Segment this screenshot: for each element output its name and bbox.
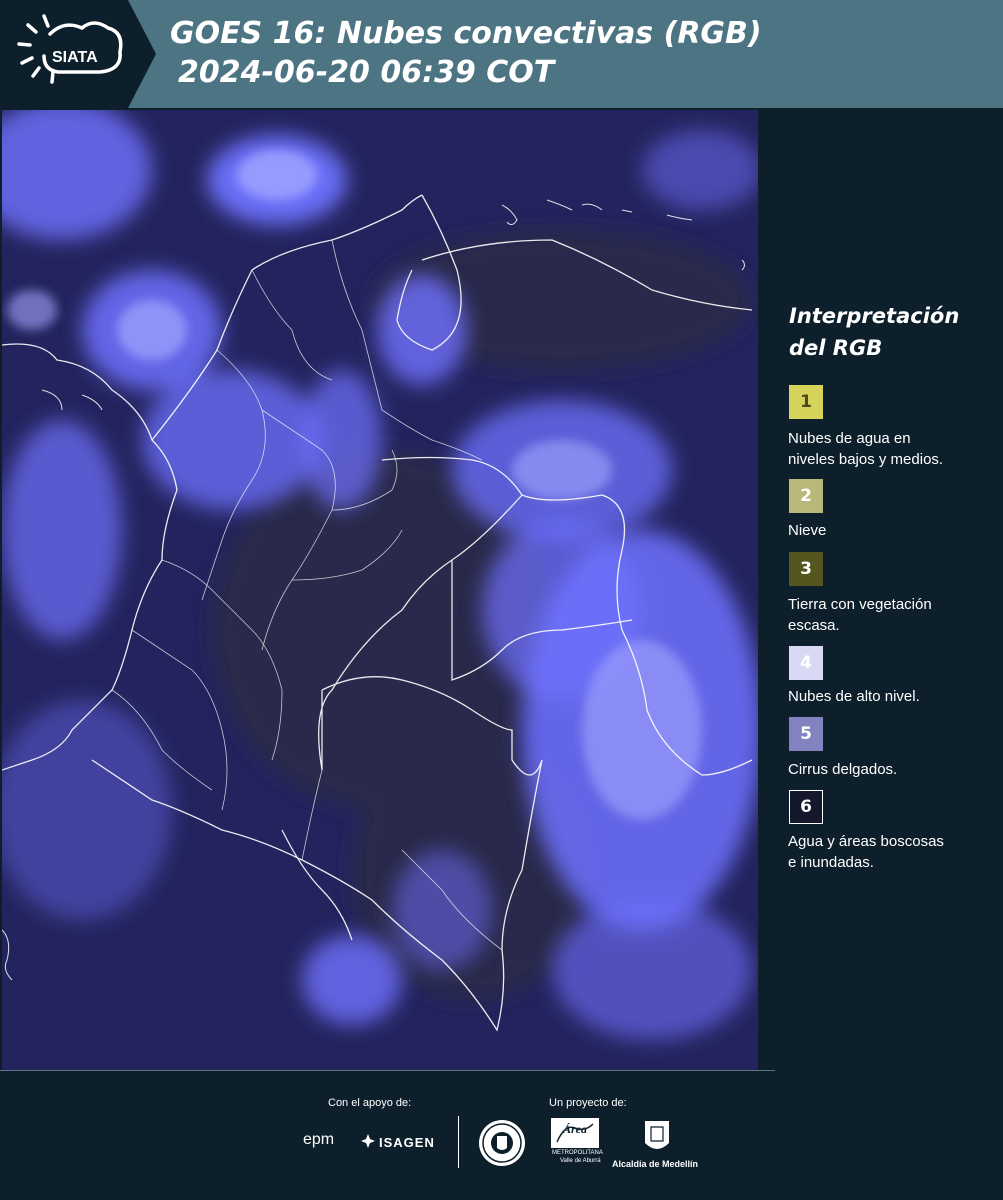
legend-swatch-4: 4 — [789, 646, 823, 680]
siata-logo-block: SIATA — [0, 0, 156, 108]
legend-number: 1 — [800, 392, 812, 412]
legend-number: 2 — [800, 486, 812, 506]
isagen-mark-icon — [361, 1134, 375, 1148]
epm-logo: epm — [303, 1131, 335, 1148]
legend-label-text: Nieve — [788, 522, 827, 539]
legend-label-1: Nubes de agua en niveles bajos y medios. — [788, 428, 988, 470]
area-logo-text: Área — [563, 1122, 587, 1136]
legend-swatch-5: 5 — [789, 717, 823, 751]
legend-number: 5 — [800, 724, 812, 744]
page-title: GOES 16: Nubes convectivas (RGB) — [170, 16, 762, 51]
alcaldia-logo-text: Alcaldía de Medellín — [612, 1159, 699, 1169]
footer-divider-line — [0, 1070, 775, 1071]
legend-label-text: escasa. — [788, 617, 840, 634]
legend-number: 3 — [800, 559, 812, 579]
medellin-seal-icon — [479, 1120, 525, 1166]
legend-label-6: Agua y áreas boscosas e inundadas. — [788, 831, 988, 873]
area-logo-line1: METROPOLITANA — [552, 1150, 603, 1156]
area-logo-line2: Valle de Aburrá — [560, 1158, 601, 1164]
legend-label-3: Tierra con vegetación escasa. — [788, 594, 988, 636]
legend-swatch-2: 2 — [789, 479, 823, 513]
header-bar: SIATA GOES 16: Nubes convectivas (RGB) 2… — [0, 0, 1003, 108]
legend-label-text: Cirrus delgados. — [788, 761, 898, 778]
legend-label-text: Nubes de agua en — [788, 430, 911, 447]
satellite-image — [2, 110, 758, 1070]
legend-number: 6 — [800, 797, 812, 817]
isagen-logo: ISAGEN — [379, 1135, 435, 1150]
legend-label-text: Tierra con vegetación — [788, 596, 932, 613]
legend-number: 4 — [800, 653, 812, 673]
legend-label-text: e inundadas. — [788, 854, 874, 871]
legend-title: Interpretación del RGB — [789, 300, 989, 364]
footer-vertical-divider — [458, 1116, 459, 1168]
legend-label-text: Nubes de alto nivel. — [788, 688, 920, 705]
siata-logo-text: SIATA — [52, 49, 98, 66]
legend-swatch-3: 3 — [789, 552, 823, 586]
legend-label-4: Nubes de alto nivel. — [788, 686, 988, 707]
legend-label-2: Nieve — [788, 520, 988, 541]
legend-label-5: Cirrus delgados. — [788, 759, 988, 780]
alcaldia-shield-icon — [645, 1121, 669, 1149]
legend-label-text: niveles bajos y medios. — [788, 451, 944, 468]
legend-label-text: Agua y áreas boscosas — [788, 833, 944, 850]
support-label: Con el apoyo de: — [328, 1097, 412, 1109]
satellite-map — [2, 110, 758, 1070]
legend-title-line2: del RGB — [789, 336, 883, 360]
page-timestamp: 2024-06-20 06:39 COT — [178, 55, 555, 90]
legend-swatch-1: 1 — [789, 385, 823, 419]
legend-title-line1: Interpretación — [789, 304, 960, 328]
legend-swatch-6: 6 — [789, 790, 823, 824]
project-label: Un proyecto de: — [549, 1097, 627, 1109]
